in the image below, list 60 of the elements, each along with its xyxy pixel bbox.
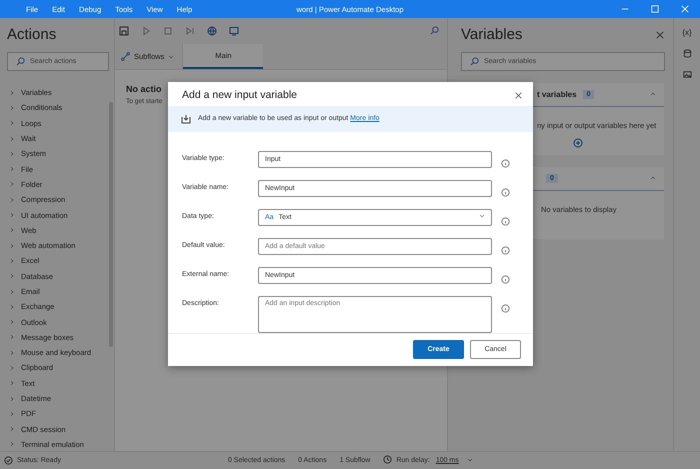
- database-icon[interactable]: [682, 49, 692, 58]
- add-icon[interactable]: [573, 138, 583, 148]
- close-icon[interactable]: [515, 92, 522, 99]
- check-circle-icon: [4, 456, 13, 465]
- chevron-icon: [9, 227, 15, 234]
- dialog-title: Add a new input variable: [182, 89, 297, 102]
- chevron-icon: [9, 410, 15, 417]
- subflow-icon: [121, 52, 130, 61]
- chevron-icon: [9, 136, 15, 142]
- chevron-icon: [9, 350, 15, 356]
- empty-title: No actio: [126, 84, 162, 94]
- monitor-icon: [229, 26, 239, 36]
- chevron-icon: [9, 273, 15, 280]
- panel-title: Variables: [461, 26, 522, 43]
- chevron-icon: [9, 426, 15, 432]
- search-icon: [470, 57, 479, 66]
- info-icon: [501, 158, 510, 168]
- chevron-icon: [650, 175, 656, 181]
- chevron-icon: [9, 380, 15, 386]
- play-icon: [141, 26, 151, 36]
- chevron-icon: [9, 196, 15, 203]
- chevron-icon: [466, 456, 473, 462]
- image-icon[interactable]: [682, 70, 692, 79]
- globe-icon: [207, 26, 217, 36]
- chevron-icon: [650, 91, 656, 97]
- variables-tab[interactable]: {x}: [682, 28, 692, 37]
- stop-icon: [163, 26, 173, 36]
- chevron-icon: [9, 258, 15, 264]
- chevron-icon: [9, 364, 15, 371]
- chevron-icon: [9, 288, 15, 294]
- close-icon[interactable]: [656, 30, 664, 38]
- panel-title: Actions: [7, 26, 58, 43]
- chevron-icon: [9, 166, 15, 172]
- search-icon: [430, 26, 439, 35]
- chevron-icon: [9, 441, 15, 448]
- step-icon: [185, 26, 195, 36]
- section-title: t variables: [537, 90, 577, 99]
- chevron-icon: [479, 213, 485, 220]
- import-icon: [181, 114, 191, 124]
- chevron-icon: [9, 334, 15, 340]
- info-icon: [501, 304, 510, 313]
- chevron-icon: [9, 396, 15, 402]
- clock-icon: [383, 455, 392, 464]
- chevron-icon: [9, 120, 15, 126]
- chevron-icon: [168, 54, 174, 60]
- chevron-icon: [9, 90, 15, 96]
- maximize-icon[interactable]: [651, 5, 659, 13]
- info-icon: [501, 188, 510, 197]
- chevron-icon: [9, 304, 15, 310]
- save-icon: [119, 26, 129, 36]
- info-icon: [501, 216, 510, 226]
- chevron-icon: [9, 242, 15, 249]
- chevron-icon: [9, 212, 15, 218]
- info-icon: [501, 246, 510, 255]
- chevron-icon: [9, 104, 15, 111]
- chevron-icon: [9, 319, 15, 326]
- info-icon: [501, 274, 510, 284]
- search-icon: [16, 57, 25, 66]
- chevron-icon: [9, 150, 15, 157]
- chevron-icon: [9, 181, 15, 188]
